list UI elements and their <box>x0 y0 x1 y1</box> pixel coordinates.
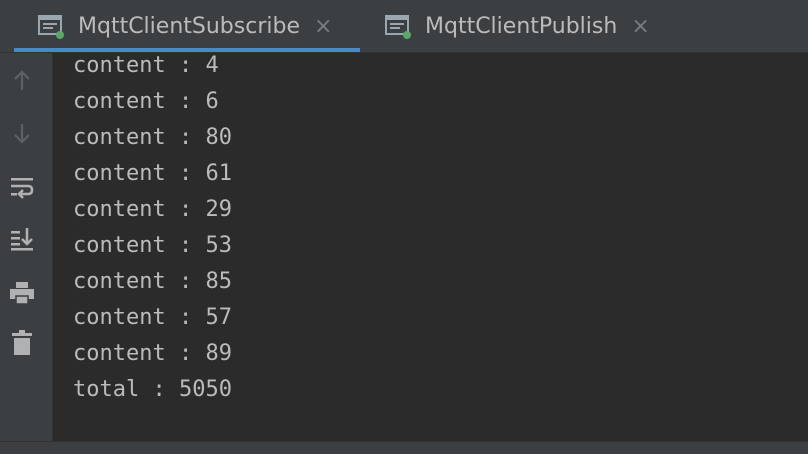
arrow-down-icon[interactable] <box>6 117 38 149</box>
scroll-to-end-icon[interactable] <box>6 223 38 255</box>
console-line: content : 53 <box>73 233 232 258</box>
trash-icon[interactable] <box>6 327 38 359</box>
run-console-icon <box>385 13 411 39</box>
console-line: content : 85 <box>73 269 232 294</box>
console-output[interactable]: content : 4 content : 6 content : 80 con… <box>53 53 808 441</box>
console-line: total : 5050 <box>73 377 232 402</box>
close-icon[interactable]: × <box>631 14 649 39</box>
run-console-icon <box>38 13 64 39</box>
tab-mqtt-client-publish[interactable]: MqttClientPublish × <box>385 0 665 52</box>
console-line: content : 57 <box>73 305 232 330</box>
tab-label: MqttClientPublish <box>425 13 618 39</box>
soft-wrap-icon[interactable] <box>6 171 38 203</box>
print-icon[interactable] <box>6 277 38 309</box>
console-line: content : 61 <box>73 161 232 186</box>
close-icon[interactable]: × <box>314 14 332 39</box>
tab-mqtt-client-subscribe[interactable]: MqttClientSubscribe × <box>14 0 360 52</box>
active-tab-indicator <box>14 48 360 52</box>
console-line: content : 89 <box>73 341 232 366</box>
tab-label: MqttClientSubscribe <box>78 13 300 39</box>
console-line: content : 80 <box>73 125 232 150</box>
console-toolbar <box>0 53 53 441</box>
status-strip <box>0 441 808 454</box>
tab-bar: MqttClientSubscribe × MqttClientPublish … <box>0 0 808 53</box>
console-line: content : 29 <box>73 197 232 222</box>
console-line: content : 4 <box>73 53 219 78</box>
run-tool-window: MqttClientSubscribe × MqttClientPublish … <box>0 0 808 454</box>
arrow-up-icon[interactable] <box>6 65 38 97</box>
console-line: content : 6 <box>73 89 219 114</box>
